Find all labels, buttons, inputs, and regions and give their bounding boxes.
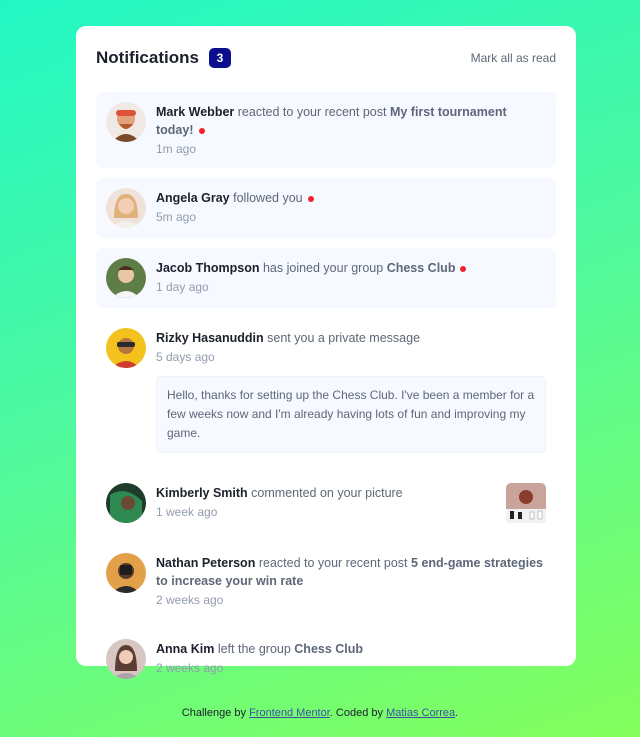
- notification-content: Anna Kim left the group Chess Club 2 wee…: [156, 639, 546, 679]
- user-name-link[interactable]: Angela Gray: [156, 191, 230, 205]
- timestamp: 2 weeks ago: [156, 593, 224, 607]
- frontend-mentor-link[interactable]: Frontend Mentor: [249, 707, 330, 719]
- avatar[interactable]: [106, 483, 146, 523]
- notification-item[interactable]: Jacob Thompson has joined your group Che…: [96, 248, 556, 308]
- notification-text: Rizky Hasanuddin sent you a private mess…: [156, 329, 546, 347]
- page-title: Notifications: [96, 48, 199, 67]
- footer-prefix: Challenge by: [181, 707, 247, 719]
- notifications-card: Notifications 3 Mark all as read Mark We…: [76, 26, 576, 679]
- notification-item[interactable]: Rizky Hasanuddin sent you a private mess…: [96, 318, 556, 463]
- timestamp: 1 week ago: [156, 505, 218, 519]
- notification-action: reacted to your recent post: [237, 105, 387, 119]
- notification-item[interactable]: Mark Webber reacted to your recent post …: [96, 92, 556, 168]
- avatar[interactable]: [106, 639, 146, 679]
- user-name-link[interactable]: Mark Webber: [156, 105, 234, 119]
- notification-item[interactable]: Anna Kim left the group Chess Club 2 wee…: [96, 629, 556, 689]
- notification-content: Nathan Peterson reacted to your recent p…: [156, 553, 546, 609]
- header-title-group: Notifications 3: [96, 48, 231, 68]
- notification-text: Kimberly Smith commented on your picture: [156, 484, 496, 502]
- notifications-header: Notifications 3 Mark all as read: [96, 46, 556, 70]
- notification-content: Mark Webber reacted to your recent post …: [156, 102, 546, 158]
- unread-dot-icon: [198, 127, 205, 134]
- timestamp: 5 days ago: [156, 350, 215, 364]
- notification-action: sent you a private message: [267, 331, 421, 345]
- timestamp: 5m ago: [156, 210, 197, 224]
- group-link[interactable]: Chess Club: [294, 642, 363, 656]
- private-message[interactable]: Hello, thanks for setting up the Chess C…: [156, 376, 546, 453]
- avatar[interactable]: [106, 258, 146, 298]
- author-link[interactable]: Matias Correa: [386, 707, 455, 719]
- unread-count-badge: 3: [208, 48, 231, 68]
- notification-item[interactable]: Nathan Peterson reacted to your recent p…: [96, 543, 556, 619]
- commented-picture-thumbnail[interactable]: [506, 483, 546, 523]
- notification-action: left the group: [217, 642, 291, 656]
- notification-content: Rizky Hasanuddin sent you a private mess…: [156, 328, 546, 453]
- avatar[interactable]: [106, 188, 146, 228]
- user-name-link[interactable]: Nathan Peterson: [156, 556, 255, 570]
- notification-item[interactable]: Angela Gray followed you 5m ago: [96, 178, 556, 238]
- notification-content: Angela Gray followed you 5m ago: [156, 188, 546, 228]
- group-link[interactable]: Chess Club: [387, 261, 456, 275]
- notification-item[interactable]: Kimberly Smith commented on your picture…: [96, 473, 556, 533]
- notification-action: followed you: [233, 191, 303, 205]
- footer-suffix: .: [455, 707, 459, 719]
- notification-text: Jacob Thompson has joined your group Che…: [156, 259, 546, 277]
- user-name-link[interactable]: Jacob Thompson: [156, 261, 259, 275]
- notification-text: Angela Gray followed you: [156, 189, 546, 207]
- mark-all-as-read-button[interactable]: Mark all as read: [471, 51, 556, 65]
- timestamp: 1 day ago: [156, 280, 209, 294]
- timestamp: 1m ago: [156, 142, 197, 156]
- notification-action: has joined your group: [262, 261, 384, 275]
- user-name-link[interactable]: Kimberly Smith: [156, 486, 248, 500]
- notification-text: Anna Kim left the group Chess Club: [156, 640, 546, 658]
- timestamp: 2 weeks ago: [156, 661, 224, 675]
- avatar[interactable]: [106, 102, 146, 142]
- footer-middle: . Coded by: [329, 707, 383, 719]
- user-name-link[interactable]: Anna Kim: [156, 642, 214, 656]
- notification-content: Kimberly Smith commented on your picture…: [156, 483, 496, 523]
- notification-content: Jacob Thompson has joined your group Che…: [156, 258, 546, 298]
- notification-text: Nathan Peterson reacted to your recent p…: [156, 554, 546, 590]
- notification-text: Mark Webber reacted to your recent post …: [156, 103, 546, 139]
- user-name-link[interactable]: Rizky Hasanuddin: [156, 331, 264, 345]
- avatar[interactable]: [106, 553, 146, 593]
- unread-dot-icon: [460, 265, 467, 272]
- notification-action: reacted to your recent post: [258, 556, 408, 570]
- notification-action: commented on your picture: [251, 486, 403, 500]
- attribution-footer: Challenge by Frontend Mentor. Coded by M…: [0, 707, 640, 719]
- notification-list: Mark Webber reacted to your recent post …: [96, 92, 556, 689]
- unread-dot-icon: [307, 195, 314, 202]
- avatar[interactable]: [106, 328, 146, 368]
